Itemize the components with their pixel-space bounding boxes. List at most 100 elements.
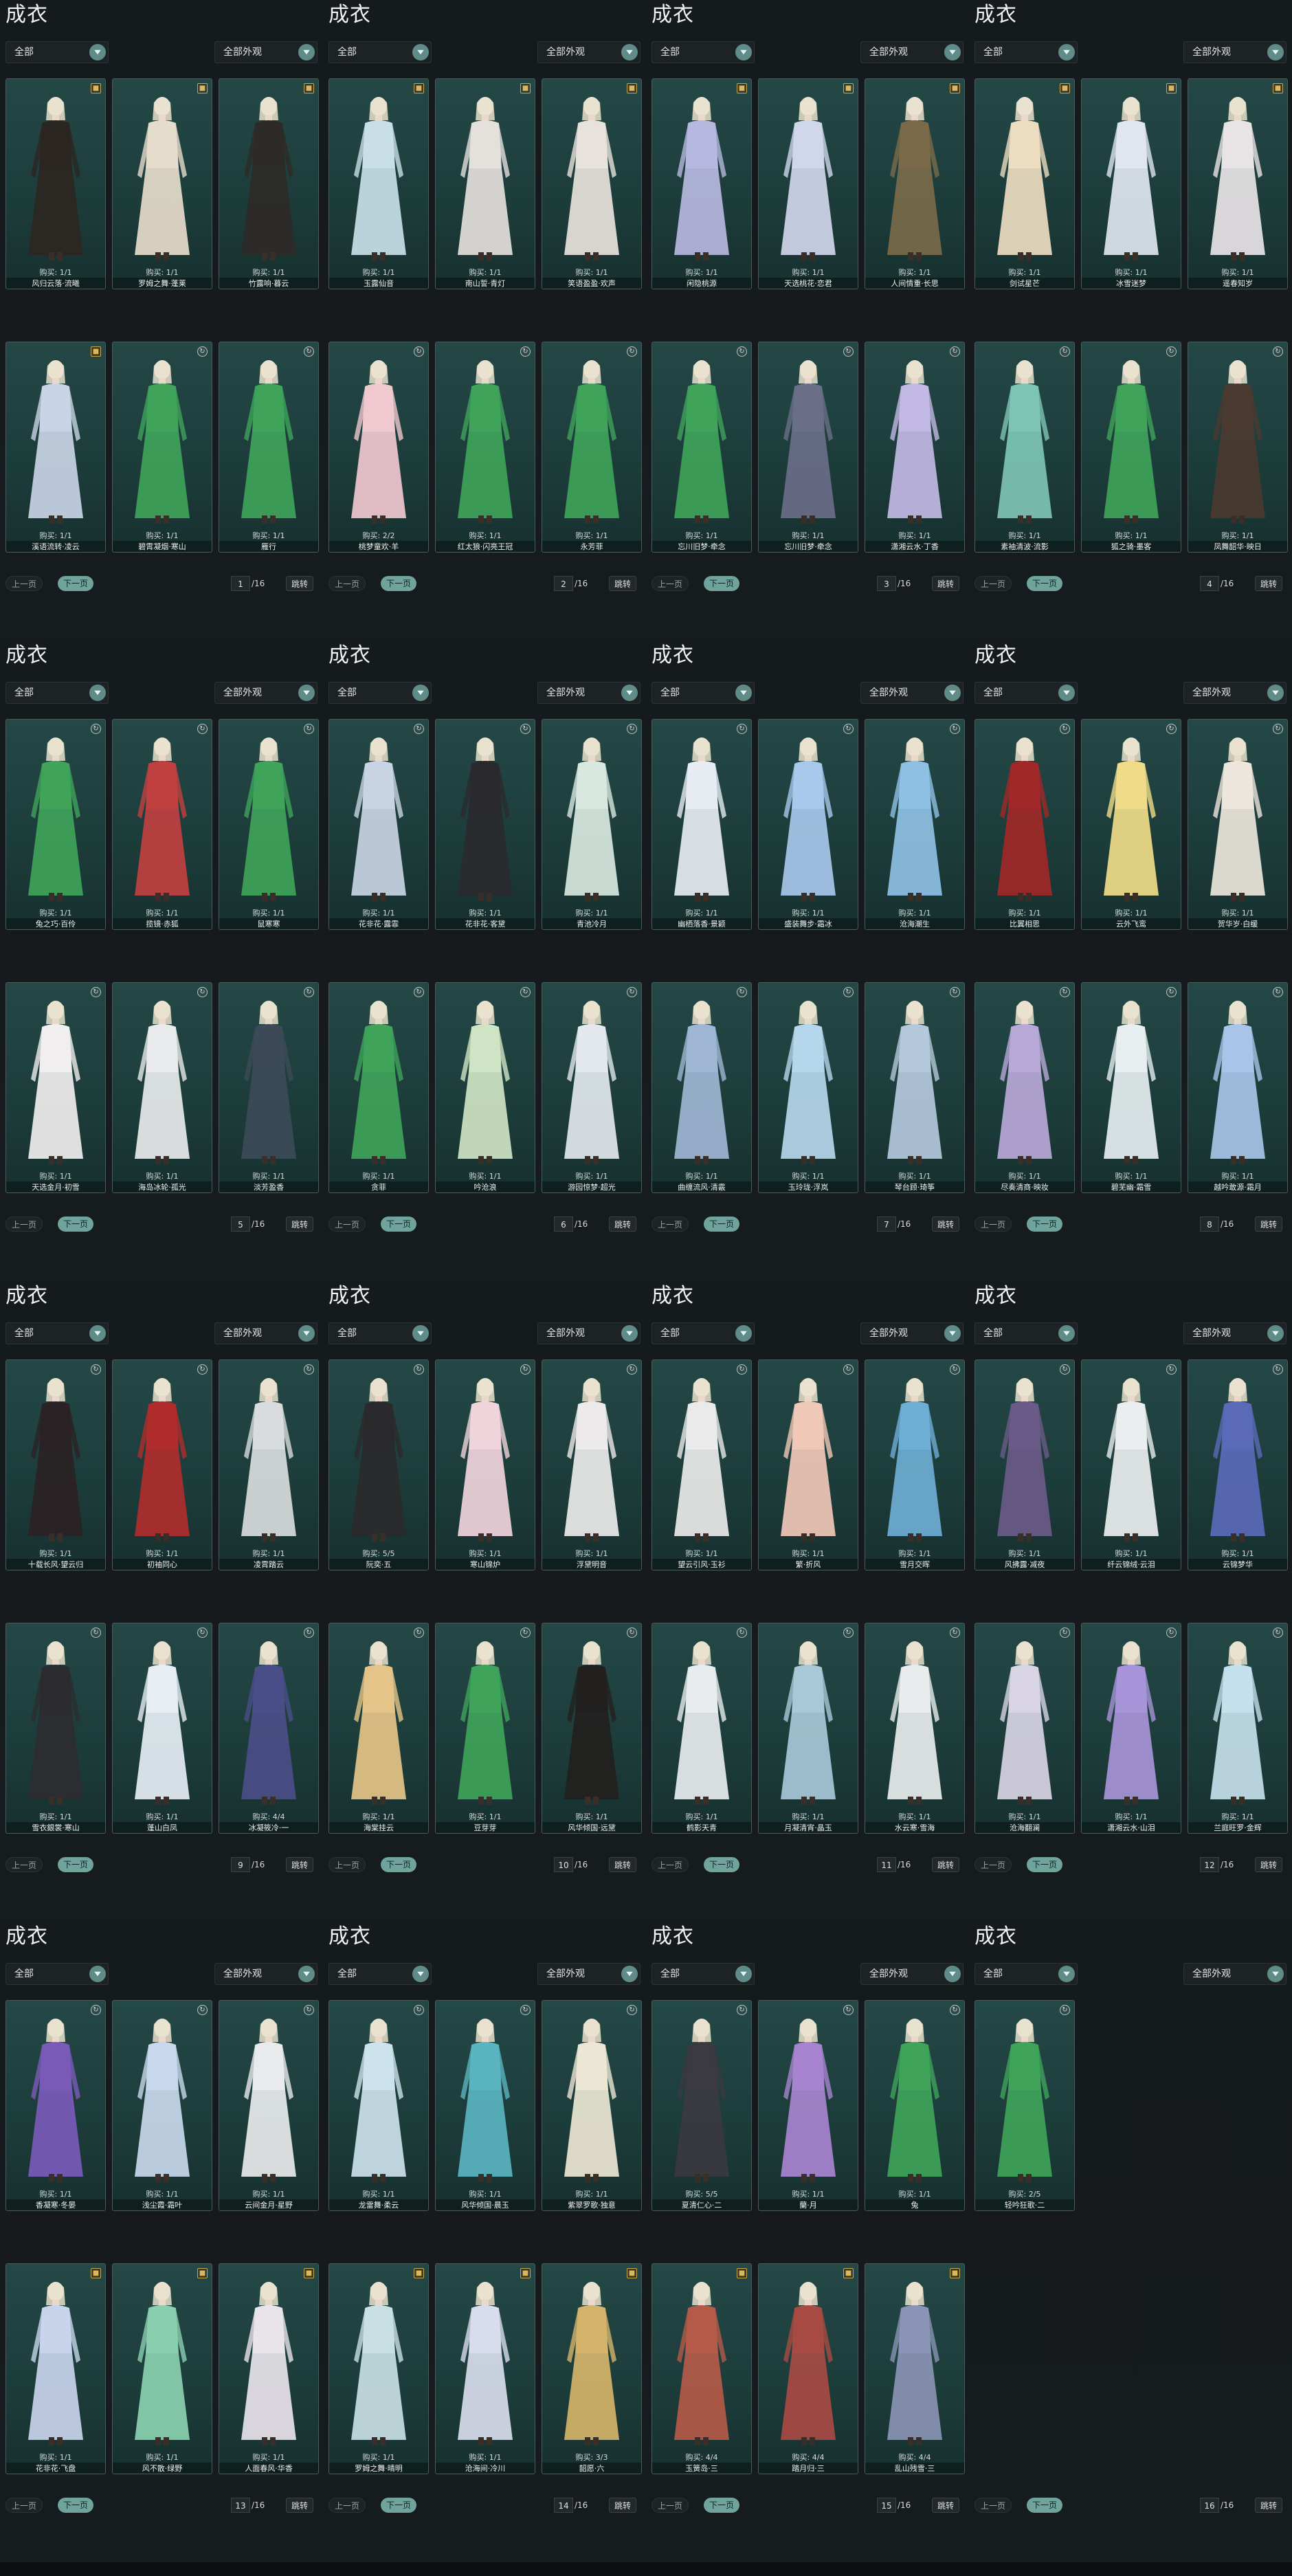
outfit-card[interactable]: ↻ 购买: 1/1 海棠挂云 [328, 1623, 429, 1834]
outfit-card[interactable]: ↻ 购买: 1/1 碧芜幽·霜雪 [1081, 982, 1181, 1193]
next-page-button[interactable]: 下一页 [704, 2498, 740, 2513]
outfit-card[interactable]: ↻ 购买: 1/1 鹤影天青 [651, 1623, 752, 1834]
outfit-card[interactable]: ↻ 购买: 1/1 紫翠罗歌·独意 [542, 2000, 642, 2211]
outfit-card[interactable]: ↻ 购买: 1/1 水云寒·雪海 [865, 1623, 965, 1834]
outfit-card[interactable]: ■ 购买: 1/1 沧海间·冷川 [435, 2263, 535, 2474]
prev-page-button[interactable]: 上一页 [328, 576, 366, 591]
outfit-card[interactable]: ↻ 购买: 5/5 阮奕·五 [328, 1359, 429, 1570]
outfit-card[interactable]: ↻ 购买: 1/1 兔之巧·百伶 [5, 719, 106, 930]
outfit-card[interactable]: ↻ 购买: 1/1 贺华岁·白缓 [1188, 719, 1288, 930]
go-button[interactable]: 跳转 [1255, 1857, 1283, 1872]
page-number-input[interactable]: 4 [1200, 576, 1219, 591]
go-button[interactable]: 跳转 [1255, 2498, 1283, 2513]
filter-all-dropdown[interactable]: 全部 [328, 1322, 432, 1344]
page-number-input[interactable]: 6 [554, 1217, 573, 1232]
outfit-card[interactable]: ■ 购买: 1/1 溪语流转·凌云 [5, 342, 106, 553]
filter-look-dropdown[interactable]: 全部外观 [537, 1963, 641, 1985]
outfit-card[interactable]: ↻ 购买: 1/1 红太狼·闪亮王冠 [435, 342, 535, 553]
page-number-input[interactable]: 15 [877, 2498, 896, 2513]
outfit-card[interactable]: ↻ 购买: 1/1 风华倾国·晨玉 [435, 2000, 535, 2211]
outfit-card[interactable]: ↻ 购买: 1/1 沧海翻澜 [974, 1623, 1075, 1834]
next-page-button[interactable]: 下一页 [1027, 1217, 1063, 1232]
next-page-button[interactable]: 下一页 [381, 1217, 417, 1232]
outfit-card[interactable]: ↻ 购买: 1/1 青池冷月 [542, 719, 642, 930]
prev-page-button[interactable]: 上一页 [5, 1857, 43, 1872]
outfit-card[interactable]: ↻ 购买: 1/1 云锦梦华 [1188, 1359, 1288, 1570]
filter-all-dropdown[interactable]: 全部 [974, 1963, 1078, 1985]
page-number-input[interactable]: 16 [1200, 2498, 1219, 2513]
filter-all-dropdown[interactable]: 全部 [328, 1963, 432, 1985]
outfit-card[interactable]: ↻ 购买: 1/1 云外飞鸾 [1081, 719, 1181, 930]
page-number-input[interactable]: 11 [877, 1857, 896, 1872]
filter-look-dropdown[interactable]: 全部外观 [214, 41, 318, 63]
next-page-button[interactable]: 下一页 [58, 2498, 94, 2513]
outfit-card[interactable]: ↻ 购买: 1/1 雪衣銀裳·寒山 [5, 1623, 106, 1834]
go-button[interactable]: 跳转 [609, 1857, 637, 1872]
outfit-card[interactable]: ↻ 购买: 1/1 月凝清宵·晶玉 [758, 1623, 858, 1834]
page-number-input[interactable]: 10 [554, 1857, 573, 1872]
outfit-card[interactable]: ■ 购买: 1/1 风不散·绿野 [112, 2263, 212, 2474]
page-number-input[interactable]: 1 [231, 576, 250, 591]
outfit-card[interactable]: ■ 购买: 3/3 韶愿·六 [542, 2263, 642, 2474]
outfit-card[interactable]: ↻ 购买: 1/1 凤舞韶华·映日 [1188, 342, 1288, 553]
go-button[interactable]: 跳转 [932, 2498, 960, 2513]
go-button[interactable]: 跳转 [609, 2498, 637, 2513]
prev-page-button[interactable]: 上一页 [328, 1217, 366, 1232]
filter-look-dropdown[interactable]: 全部外观 [860, 1322, 964, 1344]
next-page-button[interactable]: 下一页 [704, 576, 740, 591]
outfit-card[interactable]: ↻ 购买: 1/1 十载长风·望云归 [5, 1359, 106, 1570]
outfit-card[interactable]: ↻ 购买: 1/1 浅尘霞·霜叶 [112, 2000, 212, 2211]
go-button[interactable]: 跳转 [932, 1857, 960, 1872]
outfit-card[interactable]: ■ 购买: 1/1 天选桃花·恋君 [758, 78, 858, 289]
filter-look-dropdown[interactable]: 全部外观 [537, 682, 641, 704]
outfit-card[interactable]: ↻ 购买: 1/1 永芳菲 [542, 342, 642, 553]
outfit-card[interactable]: ↻ 购买: 1/1 揽镜·赤狐 [112, 719, 212, 930]
outfit-card[interactable]: ↻ 购买: 1/1 比翼相思 [974, 719, 1075, 930]
outfit-card[interactable]: ■ 购买: 1/1 玉露仙音 [328, 78, 429, 289]
filter-look-dropdown[interactable]: 全部外观 [860, 41, 964, 63]
outfit-card[interactable]: ■ 购买: 1/1 风归云落·流曦 [5, 78, 106, 289]
outfit-card[interactable]: ↻ 购买: 1/1 潇湘云水·丁香 [865, 342, 965, 553]
page-number-input[interactable]: 5 [231, 1217, 250, 1232]
outfit-card[interactable]: ↻ 购买: 1/1 兔 [865, 2000, 965, 2211]
filter-look-dropdown[interactable]: 全部外观 [1183, 1963, 1287, 1985]
outfit-card[interactable]: ↻ 购买: 1/1 忘川旧梦·牵念 [651, 342, 752, 553]
prev-page-button[interactable]: 上一页 [974, 1857, 1012, 1872]
outfit-card[interactable]: ■ 购买: 1/1 竹露响·暮云 [219, 78, 319, 289]
outfit-card[interactable]: ↻ 购买: 1/1 贪菲 [328, 982, 429, 1193]
next-page-button[interactable]: 下一页 [1027, 576, 1063, 591]
outfit-card[interactable]: ↻ 购买: 1/1 风拂露·减夜 [974, 1359, 1075, 1570]
filter-look-dropdown[interactable]: 全部外观 [1183, 1322, 1287, 1344]
outfit-card[interactable]: ■ 购买: 1/1 人间情重·长思 [865, 78, 965, 289]
outfit-card[interactable]: ↻ 购买: 1/1 越吟敢源·霜月 [1188, 982, 1288, 1193]
outfit-card[interactable]: ↻ 购买: 1/1 潇湘云水·山泪 [1081, 1623, 1181, 1834]
outfit-card[interactable]: ↻ 购买: 1/1 碧霄凝烟·寒山 [112, 342, 212, 553]
outfit-card[interactable]: ↻ 购买: 1/1 鼠寒寒 [219, 719, 319, 930]
outfit-card[interactable]: ↻ 购买: 1/1 香凝寒·冬晏 [5, 2000, 106, 2211]
filter-look-dropdown[interactable]: 全部外观 [860, 682, 964, 704]
outfit-card[interactable]: ↻ 购买: 1/1 花非花·露霏 [328, 719, 429, 930]
prev-page-button[interactable]: 上一页 [328, 2498, 366, 2513]
next-page-button[interactable]: 下一页 [381, 2498, 417, 2513]
filter-look-dropdown[interactable]: 全部外观 [860, 1963, 964, 1985]
outfit-card[interactable]: ↻ 购买: 1/1 浮黛明音 [542, 1359, 642, 1570]
prev-page-button[interactable]: 上一页 [974, 2498, 1012, 2513]
outfit-card[interactable]: ■ 购买: 1/1 笑语盈盈·欢声 [542, 78, 642, 289]
outfit-card[interactable]: ■ 购买: 1/1 剑试星芒 [974, 78, 1075, 289]
outfit-card[interactable]: ↻ 购买: 2/5 轻吟狂歌·二 [974, 2000, 1075, 2211]
outfit-card[interactable]: ■ 购买: 1/1 罗姆之舞·蓬莱 [112, 78, 212, 289]
outfit-card[interactable]: ■ 购买: 1/1 遥春知岁 [1188, 78, 1288, 289]
outfit-card[interactable]: ↻ 购买: 1/1 雪月交晖 [865, 1359, 965, 1570]
page-number-input[interactable]: 13 [231, 2498, 250, 2513]
filter-look-dropdown[interactable]: 全部外观 [214, 1963, 318, 1985]
next-page-button[interactable]: 下一页 [1027, 1857, 1063, 1872]
outfit-card[interactable]: ■ 购买: 1/1 冰雪迷梦 [1081, 78, 1181, 289]
filter-all-dropdown[interactable]: 全部 [5, 1322, 109, 1344]
page-number-input[interactable]: 9 [231, 1857, 250, 1872]
filter-all-dropdown[interactable]: 全部 [651, 1322, 755, 1344]
go-button[interactable]: 跳转 [1255, 576, 1283, 591]
outfit-card[interactable]: ↻ 购买: 1/1 寒山锦炉 [435, 1359, 535, 1570]
outfit-card[interactable]: ↻ 购买: 1/1 尽奏清商·映妆 [974, 982, 1075, 1193]
next-page-button[interactable]: 下一页 [58, 1857, 94, 1872]
outfit-card[interactable]: ↻ 购买: 1/1 游园惊梦·超光 [542, 982, 642, 1193]
